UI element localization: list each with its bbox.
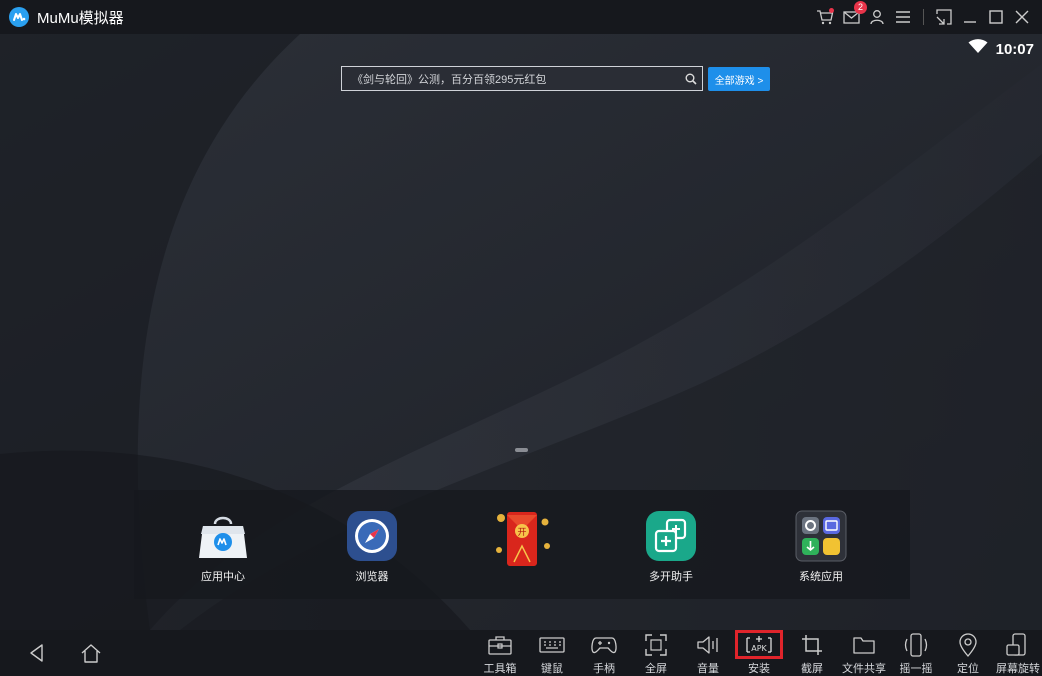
rotate-screen-icon	[1003, 632, 1033, 658]
maximize-icon[interactable]	[986, 7, 1006, 27]
search-promo-text: 《剑与轮回》公测，百分百领295元红包	[352, 73, 547, 86]
mail-badge: 2	[854, 1, 867, 14]
dock-label: 应用中心	[201, 571, 245, 583]
toolbar-keyboard[interactable]: 键鼠	[526, 630, 578, 676]
dock-item-browser[interactable]: 浏览器	[322, 510, 422, 584]
browser-compass-icon	[346, 510, 398, 562]
apk-install-icon: APK	[744, 632, 774, 658]
toolbar-file-share[interactable]: 文件共享	[838, 630, 890, 676]
toolbar-label: 屏幕旋转	[996, 663, 1040, 675]
volume-icon	[693, 632, 723, 658]
page-indicator	[515, 448, 528, 452]
mini-mode-icon[interactable]	[934, 7, 954, 27]
crop-icon	[797, 632, 827, 658]
envelope-open-char: 开	[517, 527, 526, 538]
home-icon[interactable]	[76, 638, 106, 668]
toolbar-label: 截屏	[801, 663, 823, 675]
toolbar-gamepad[interactable]: 手柄	[578, 630, 630, 676]
all-games-button[interactable]: 全部游戏 >	[708, 67, 770, 91]
toolbar-label: 手柄	[593, 663, 615, 675]
wifi-icon	[968, 39, 988, 59]
toolbar-label: 音量	[697, 663, 719, 675]
apk-icon-text: APK	[751, 644, 767, 653]
title-bar: MuMu模拟器 2	[0, 0, 1042, 34]
app-center-icon	[197, 510, 249, 562]
multi-instance-icon	[645, 510, 697, 562]
toolbar-location[interactable]: 定位	[942, 630, 994, 676]
mumu-logo-icon	[9, 7, 29, 27]
cart-icon[interactable]	[815, 7, 835, 27]
toolbar-label: 全屏	[645, 663, 667, 675]
location-pin-icon	[953, 632, 983, 658]
title-bar-controls: 2	[815, 0, 1032, 34]
toolbar-install-apk[interactable]: APK 安装	[733, 630, 785, 676]
back-icon[interactable]	[22, 638, 52, 668]
dock-item-multi-instance[interactable]: 多开助手	[621, 510, 721, 584]
dock-label: 多开助手	[649, 571, 693, 583]
toolbar-label: 定位	[957, 663, 979, 675]
dock-item-red-envelope[interactable]: 开	[472, 510, 572, 576]
toolbar-shake[interactable]: 摇一摇	[890, 630, 942, 676]
title-bar-divider	[923, 9, 924, 25]
dock-item-app-center[interactable]: 应用中心	[173, 510, 273, 584]
android-status-bar: 10:07	[968, 39, 1034, 59]
window-title: MuMu模拟器	[37, 9, 124, 27]
dock-label: 系统应用	[799, 571, 843, 583]
toolbar-label: 安装	[748, 663, 770, 675]
toolbar-fullscreen[interactable]: 全屏	[630, 630, 682, 676]
cart-notification-dot	[829, 8, 834, 13]
toolbar-label: 工具箱	[483, 663, 517, 675]
folder-icon	[849, 632, 879, 658]
mail-icon[interactable]: 2	[841, 1, 867, 27]
minimize-icon[interactable]	[960, 7, 980, 27]
toolbar-toolbox[interactable]: 工具箱	[474, 630, 526, 676]
system-apps-folder-icon	[795, 510, 847, 562]
dock-item-system-apps[interactable]: 系统应用	[771, 510, 871, 584]
toolbar-screenshot[interactable]: 截屏	[786, 630, 838, 676]
toolbar-label: 键鼠	[541, 663, 563, 675]
toolbox-icon	[485, 632, 515, 658]
home-dock: 应用中心 浏览器 开 多开助手 系统应用	[134, 490, 910, 599]
red-envelope-icon: 开	[487, 506, 557, 570]
keyboard-icon	[537, 632, 567, 658]
gamepad-icon	[589, 632, 619, 658]
toolbar-label: 摇一摇	[899, 663, 933, 675]
shake-icon	[901, 632, 931, 658]
status-clock: 10:07	[995, 40, 1034, 58]
bottom-toolbar: 工具箱 键鼠 手柄 全屏 音量 APK 安装 截屏 文件共享 摇一摇 定位 屏幕…	[0, 630, 1042, 676]
dock-label: 浏览器	[355, 571, 389, 583]
game-search-input[interactable]: 《剑与轮回》公测，百分百领295元红包	[341, 66, 703, 91]
toolbar-volume[interactable]: 音量	[682, 630, 734, 676]
android-home-screen: 10:07 《剑与轮回》公测，百分百领295元红包 全部游戏 > 应用中心 浏览…	[0, 34, 1042, 630]
close-icon[interactable]	[1012, 7, 1032, 27]
fullscreen-icon	[641, 632, 671, 658]
toolbar-label: 文件共享	[842, 663, 886, 675]
user-icon[interactable]	[867, 7, 887, 27]
search-icon[interactable]	[680, 67, 702, 90]
menu-icon[interactable]	[893, 7, 913, 27]
toolbar-rotate-screen[interactable]: 屏幕旋转	[994, 630, 1042, 676]
